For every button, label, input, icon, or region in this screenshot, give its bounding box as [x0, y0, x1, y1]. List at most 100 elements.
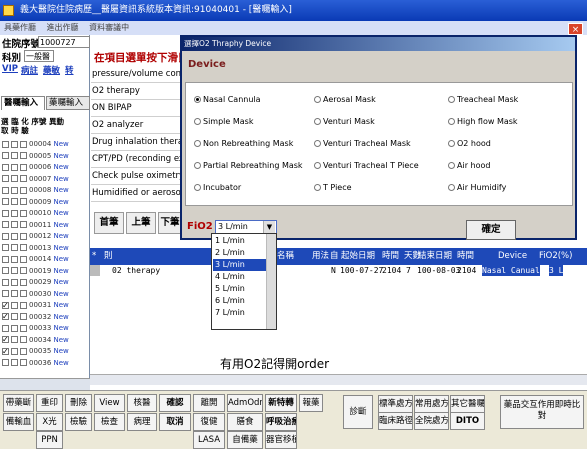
bottom-button-r1-8[interactable]: 新特轉 — [265, 394, 297, 412]
bottom-button-r2-8[interactable]: 呼吸治療 — [265, 413, 297, 431]
order-checkbox[interactable] — [11, 163, 18, 171]
order-row[interactable]: 00008 New — [2, 185, 88, 196]
order-checkbox[interactable] — [20, 163, 27, 171]
radio-button[interactable] — [194, 184, 201, 191]
bottom-button-r3-1[interactable]: LASA — [193, 431, 225, 449]
order-checkbox[interactable] — [2, 346, 9, 357]
fio2-option[interactable]: 4 L/min — [213, 271, 268, 283]
right-grid-button-1[interactable]: 常用處方 — [414, 395, 449, 413]
fio2-option[interactable]: 2 L/min — [213, 247, 268, 259]
order-row[interactable]: 00019 New — [2, 266, 88, 277]
left-horizontal-scrollbar[interactable] — [0, 378, 90, 390]
allergy-tag[interactable]: 藥敏 — [43, 64, 60, 76]
order-checkbox[interactable] — [11, 186, 18, 194]
order-checkbox[interactable] — [11, 175, 18, 182]
device-option[interactable]: Air Humidify — [448, 183, 506, 193]
device-option[interactable]: Simple Mask — [194, 117, 253, 127]
device-option[interactable]: Incubator — [194, 183, 241, 193]
order-checkbox[interactable] — [20, 347, 27, 355]
admission-field[interactable]: 1000727 — [38, 36, 90, 48]
menu-item-on-bipap[interactable]: ON BIPAP — [91, 100, 183, 117]
order-row[interactable]: 00004 New — [2, 139, 88, 150]
right-grid-button-4[interactable]: 全院處方 — [414, 412, 449, 430]
order-checkbox[interactable] — [20, 301, 27, 309]
fio2-option[interactable]: 7 L/min — [213, 307, 268, 319]
radio-button[interactable] — [314, 140, 321, 147]
order-checkbox[interactable] — [11, 278, 18, 286]
table-row[interactable]: 02 therapy N 100-07-27 2104 7 100-08-03 … — [90, 265, 587, 276]
bottom-button-r2-1[interactable]: X光 — [36, 413, 63, 431]
order-checkbox[interactable] — [20, 209, 27, 217]
order-checkbox[interactable] — [20, 152, 27, 159]
order-row[interactable]: 00029 New — [2, 277, 88, 288]
order-checkbox[interactable] — [20, 290, 27, 297]
device-option[interactable]: O2 hood — [448, 139, 491, 149]
bottom-button-r1-3[interactable]: View — [94, 394, 125, 412]
order-checkbox[interactable] — [11, 336, 18, 343]
order-checkbox[interactable] — [2, 232, 9, 240]
radio-button[interactable] — [314, 184, 321, 191]
order-checkbox[interactable] — [11, 198, 18, 205]
order-checkbox[interactable] — [20, 244, 27, 251]
bottom-button-r1-7[interactable]: AdmOdr — [227, 394, 263, 412]
device-option[interactable]: High flow Mask — [448, 117, 518, 127]
fio2-option[interactable]: 6 L/min — [213, 295, 268, 307]
menu-item-humidified[interactable]: Humidified or aerosol — [91, 185, 183, 202]
bottom-button-r1-6[interactable]: 離開 — [193, 394, 225, 412]
device-option[interactable]: Air hood — [448, 161, 490, 171]
radio-button[interactable] — [314, 162, 321, 169]
order-checkbox[interactable] — [11, 313, 18, 320]
menu-item-pv-control[interactable]: pressure/volume control — [91, 66, 183, 83]
order-row[interactable]: 00032 New — [2, 311, 88, 323]
order-row[interactable]: 00005 New — [2, 151, 88, 162]
order-checkbox[interactable] — [20, 175, 27, 182]
device-option[interactable]: Treacheal Mask — [448, 95, 518, 105]
diagnosis-button[interactable]: 診斷 — [343, 395, 373, 429]
radio-button[interactable] — [314, 96, 321, 103]
bottom-button-r1-0[interactable]: 帶藥斷 — [3, 394, 34, 412]
order-checkbox[interactable] — [2, 140, 9, 148]
bottom-button-r3-3[interactable]: 器官移植 — [265, 431, 297, 449]
order-checkbox[interactable] — [20, 255, 27, 263]
order-row[interactable]: 00011 New — [2, 220, 88, 231]
menu-item-drug-inhalation[interactable]: Drug inhalation therapy — [91, 134, 183, 151]
menu-item-o2-analyzer[interactable]: O2 analyzer — [91, 117, 183, 134]
order-row[interactable]: 00009 New — [2, 197, 88, 208]
order-checkbox[interactable] — [2, 290, 9, 297]
menu-item-0[interactable]: 具藥作廳 — [4, 23, 36, 32]
device-option[interactable]: Venturi Mask — [314, 117, 375, 127]
order-checkbox[interactable] — [11, 152, 18, 159]
order-checkbox[interactable] — [20, 278, 27, 286]
bottom-button-r2-2[interactable]: 檢驗 — [65, 413, 92, 431]
radio-button[interactable] — [194, 118, 201, 125]
order-checkbox[interactable] — [11, 301, 18, 309]
order-checkbox[interactable] — [11, 221, 18, 228]
order-checkbox[interactable] — [11, 140, 18, 148]
device-option[interactable]: Nasal Cannula — [194, 95, 261, 105]
right-grid-button-5[interactable]: DITO — [450, 412, 485, 430]
order-checkbox[interactable] — [11, 290, 18, 297]
order-checkbox[interactable] — [11, 244, 18, 251]
order-checkbox[interactable] — [2, 152, 9, 159]
order-checkbox[interactable] — [2, 359, 9, 366]
order-checkbox[interactable] — [20, 359, 27, 366]
fio2-option[interactable]: 5 L/min — [213, 283, 268, 295]
bottom-button-r1-4[interactable]: 核醫 — [127, 394, 157, 412]
order-row[interactable]: 00012 New — [2, 231, 88, 242]
order-checkbox[interactable] — [20, 186, 27, 194]
menu-item-o2-therapy[interactable]: O2 therapy — [91, 83, 183, 100]
close-window-button[interactable]: × — [568, 23, 583, 35]
right-grid-button-0[interactable]: 標準處方 — [378, 395, 413, 413]
order-row[interactable]: 00006 New — [2, 162, 88, 173]
order-checkbox[interactable] — [2, 278, 9, 286]
device-option[interactable]: Aerosal Mask — [314, 95, 376, 105]
order-checkbox[interactable] — [2, 244, 9, 251]
order-row[interactable]: 00013 New — [2, 243, 88, 254]
bottom-button-r2-4[interactable]: 病理 — [127, 413, 157, 431]
order-checkbox[interactable] — [2, 311, 9, 322]
order-checkbox[interactable] — [2, 175, 9, 182]
order-checkbox[interactable] — [11, 267, 18, 274]
infection-tag[interactable]: 病註 — [21, 64, 38, 76]
radio-button[interactable] — [448, 184, 455, 191]
bottom-button-r3-2[interactable]: 自備藥 — [227, 431, 263, 449]
